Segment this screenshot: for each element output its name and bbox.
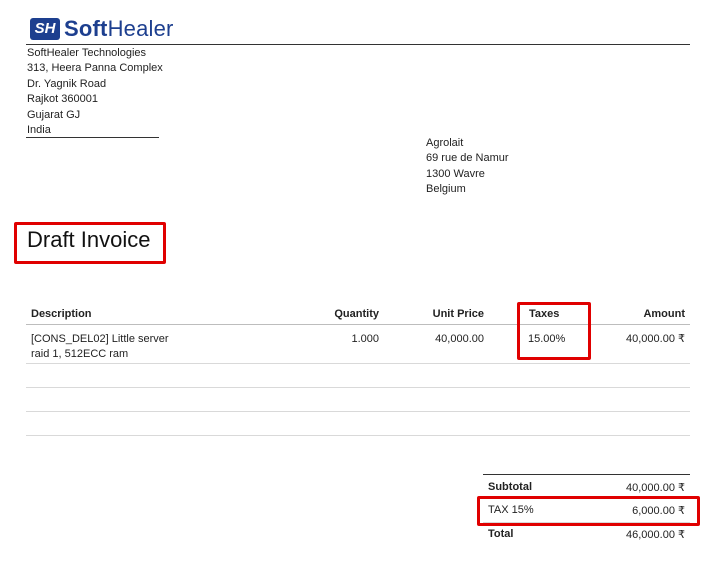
customer-country: Belgium xyxy=(426,183,466,196)
company-street2: Dr. Yagnik Road xyxy=(27,77,107,90)
table-empty-row-divider xyxy=(26,411,690,412)
company-street: 313, Heera Panna Complex xyxy=(27,62,163,75)
company-address: SoftHealer Technologies 313, Heera Panna… xyxy=(27,46,163,138)
line-unit-price: 40,000.00 xyxy=(435,333,484,345)
logo-text-soft: Soft xyxy=(64,16,108,41)
table-empty-row-divider xyxy=(26,387,690,388)
column-header-quantity: Quantity xyxy=(334,308,379,320)
page-title: Draft Invoice xyxy=(27,227,151,252)
company-address-divider xyxy=(26,137,159,138)
line-description-1: [CONS_DEL02] Little server xyxy=(31,333,169,345)
company-city: Rajkot 360001 xyxy=(27,93,98,106)
totals-divider xyxy=(483,474,690,475)
customer-street: 69 rue de Namur xyxy=(426,152,509,165)
taxes-highlight-box xyxy=(517,302,591,360)
logo-mark: SH xyxy=(30,18,60,40)
customer-address: Agrolait 69 rue de Namur 1300 Wavre Belg… xyxy=(426,136,509,198)
totals-row-divider xyxy=(483,522,690,523)
logo-text: SoftHealer xyxy=(64,16,174,42)
subtotal-label: Subtotal xyxy=(488,481,532,493)
customer-city: 1300 Wavre xyxy=(426,167,485,180)
column-header-unit-price: Unit Price xyxy=(432,308,484,320)
line-quantity: 1.000 xyxy=(351,333,379,345)
column-header-amount: Amount xyxy=(643,308,685,320)
tax-label: TAX 15% xyxy=(488,504,534,516)
customer-name: Agrolait xyxy=(426,137,464,149)
logo-text-healer: Healer xyxy=(107,16,174,41)
line-description-2: raid 1, 512ECC ram xyxy=(31,348,129,360)
total-label: Total xyxy=(488,528,514,540)
subtotal-value: 40,000.00 ₹ xyxy=(626,482,685,494)
table-row-divider xyxy=(26,363,690,364)
header-divider xyxy=(26,44,690,45)
table-empty-row-divider xyxy=(26,435,690,436)
company-state: Gujarat GJ xyxy=(27,108,81,121)
company-logo: SH SoftHealer xyxy=(30,15,174,43)
tax-value: 6,000.00 ₹ xyxy=(632,505,685,517)
line-amount: 40,000.00 ₹ xyxy=(626,333,685,345)
column-header-description: Description xyxy=(31,308,92,320)
total-value: 46,000.00 ₹ xyxy=(626,529,685,541)
company-name: SoftHealer Technologies xyxy=(27,47,147,59)
table-row-description: [CONS_DEL02] Little server raid 1, 512EC… xyxy=(31,332,169,362)
